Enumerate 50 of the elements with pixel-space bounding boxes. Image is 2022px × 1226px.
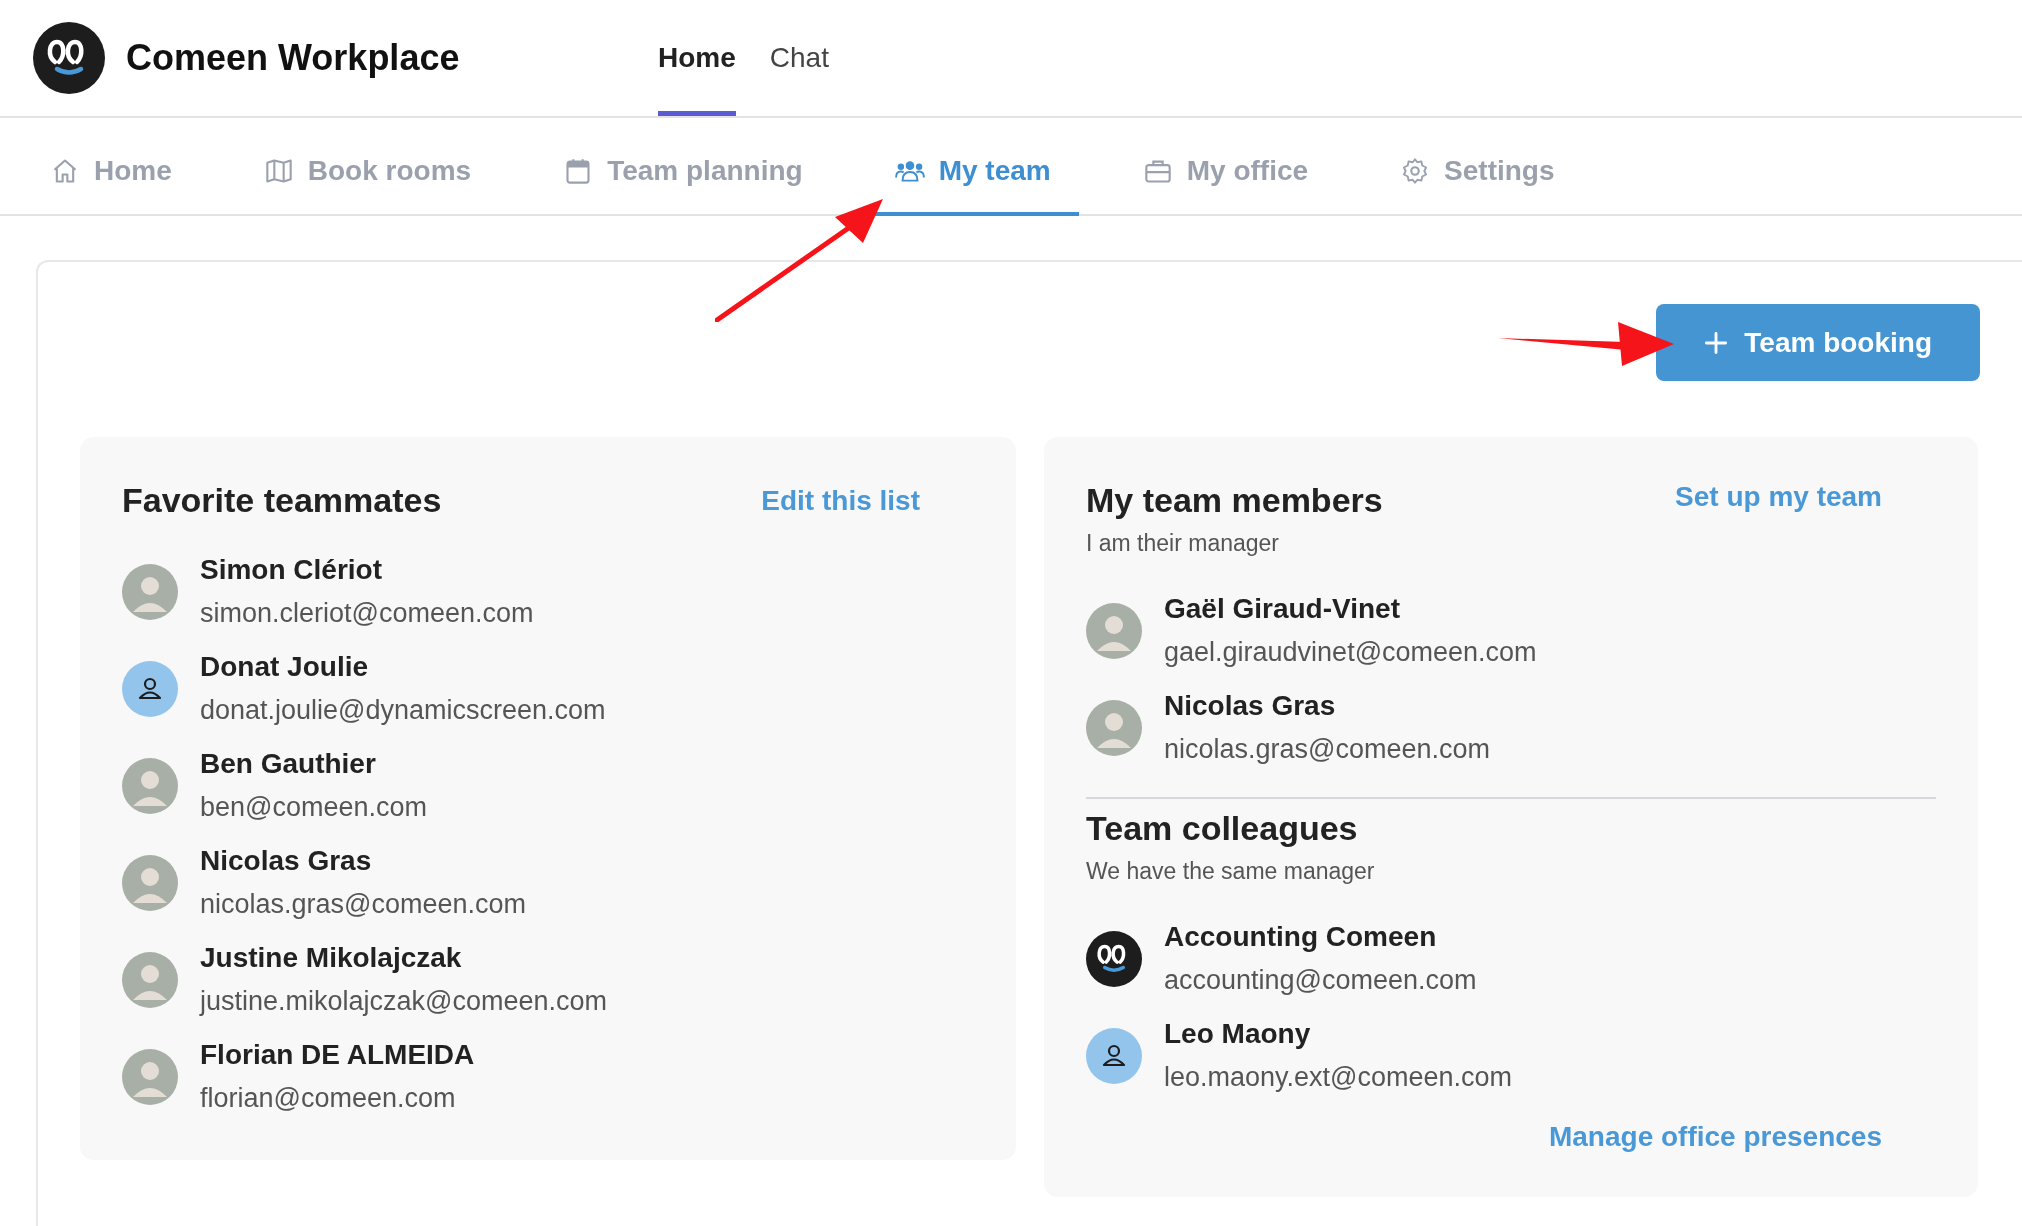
nav-tab[interactable]: My office (1114, 130, 1337, 216)
user-avatar-icon (1086, 1027, 1142, 1084)
app-title: Comeen Workplace (126, 37, 460, 79)
person-name: Leo Maony (1164, 1018, 1312, 1050)
nav-tab[interactable]: Team planning (535, 130, 831, 216)
section-title: My team members (1086, 481, 1383, 520)
avatar-photo-placeholder (122, 757, 178, 814)
user-avatar-icon (122, 660, 178, 717)
section-subtitle: We have the same manager (1086, 858, 1376, 885)
top-nav-link[interactable]: Home (658, 0, 736, 116)
avatar-photo-placeholder (122, 854, 178, 911)
avatar-photo-placeholder (122, 951, 178, 1008)
set-up-team-link[interactable]: Set up my team (1675, 481, 1882, 513)
person-name: Nicolas Gras (200, 845, 373, 877)
nav-tab[interactable]: Home (22, 130, 200, 216)
person-name: Ben Gauthier (200, 748, 377, 780)
person-email: florian@comeen.com (200, 1083, 457, 1114)
section-subtitle: I am their manager (1086, 530, 1281, 557)
person-name: Accounting Comeen (1164, 921, 1438, 953)
person-name: Florian DE ALMEIDA (200, 1039, 475, 1071)
avatar-photo-placeholder (122, 563, 178, 620)
avatar-photo-placeholder (122, 1048, 178, 1105)
nav-tab[interactable]: Settings (1372, 130, 1583, 216)
avatar-photo-placeholder (1086, 602, 1142, 659)
person-email: leo.maony.ext@comeen.com (1164, 1062, 1513, 1093)
avatar-photo-placeholder (1086, 699, 1142, 756)
nav-tab[interactable]: Book rooms (235, 130, 500, 216)
manage-presences-link[interactable]: Manage office presences (1548, 1121, 1882, 1153)
person-email: ben@comeen.com (200, 792, 428, 823)
logo-icon (33, 22, 105, 94)
section-title: Team colleagues (1086, 809, 1359, 848)
person-name: Simon Clériot (200, 554, 383, 586)
person-email: simon.cleriot@comeen.com (200, 598, 534, 629)
map-icon (263, 157, 294, 185)
person-name: Nicolas Gras (1164, 690, 1337, 722)
person-email: justine.mikolajczak@comeen.com (200, 986, 608, 1017)
plus-icon (1704, 330, 1729, 355)
person-name: Donat Joulie (200, 651, 369, 683)
person-email: nicolas.gras@comeen.com (1164, 734, 1491, 765)
person-name: Gaël Giraud-Vinet (1164, 593, 1401, 625)
edit-list-link[interactable]: Edit this list (761, 484, 920, 517)
top-nav-link[interactable]: Chat (769, 0, 829, 116)
person-email: donat.joulie@dynamicscreen.com (200, 695, 606, 726)
person-email: accounting@comeen.com (1164, 965, 1477, 996)
team-booking-button[interactable]: Team booking (1656, 304, 1980, 381)
person-email: nicolas.gras@comeen.com (200, 889, 527, 920)
person-name: Justine Mikolajczak (200, 942, 463, 974)
person-email: gael.giraudvinet@comeen.com (1164, 637, 1537, 668)
section-title: Favorite teammates (122, 481, 442, 520)
logo-icon (1086, 930, 1142, 987)
